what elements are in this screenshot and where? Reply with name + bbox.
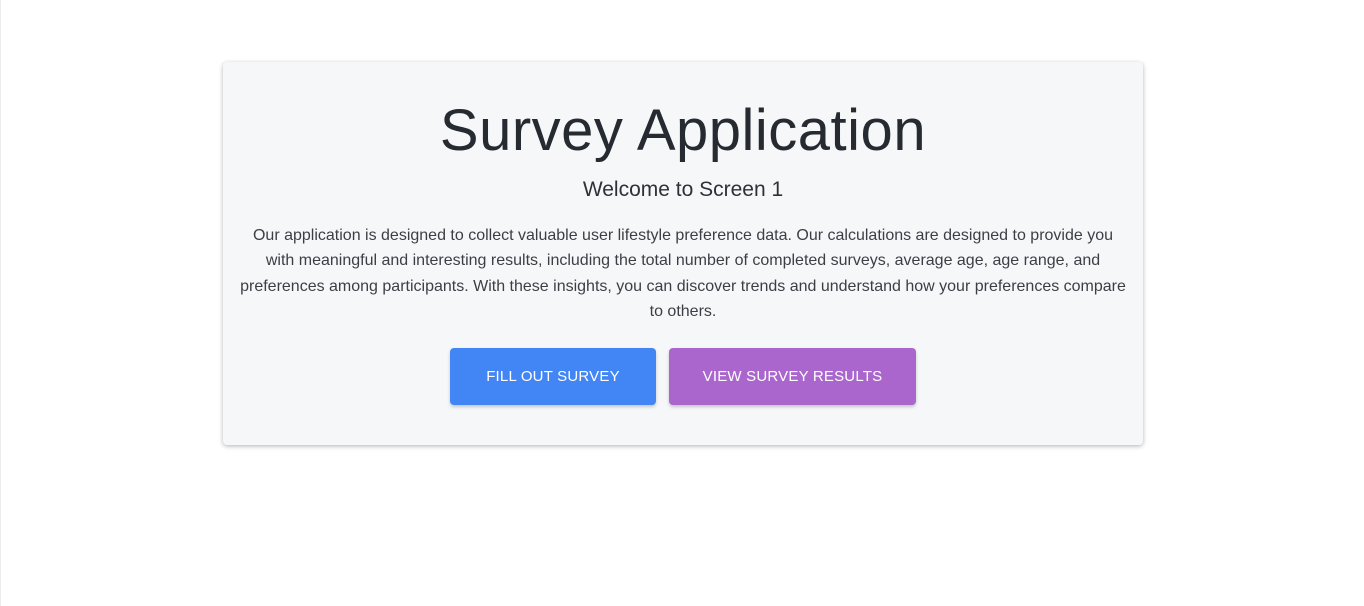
view-survey-results-button[interactable]: VIEW SURVEY RESULTS — [669, 348, 916, 405]
welcome-card: Survey Application Welcome to Screen 1 O… — [223, 62, 1143, 445]
app-description: Our application is designed to collect v… — [240, 227, 1126, 320]
page-subtitle: Welcome to Screen 1 — [582, 178, 784, 201]
page-title: Survey Application — [439, 98, 927, 163]
action-buttons: FILL OUT SURVEY VIEW SURVEY RESULTS — [223, 348, 1143, 405]
page-left-edge — [0, 0, 1, 606]
fill-out-survey-button[interactable]: FILL OUT SURVEY — [450, 348, 656, 405]
